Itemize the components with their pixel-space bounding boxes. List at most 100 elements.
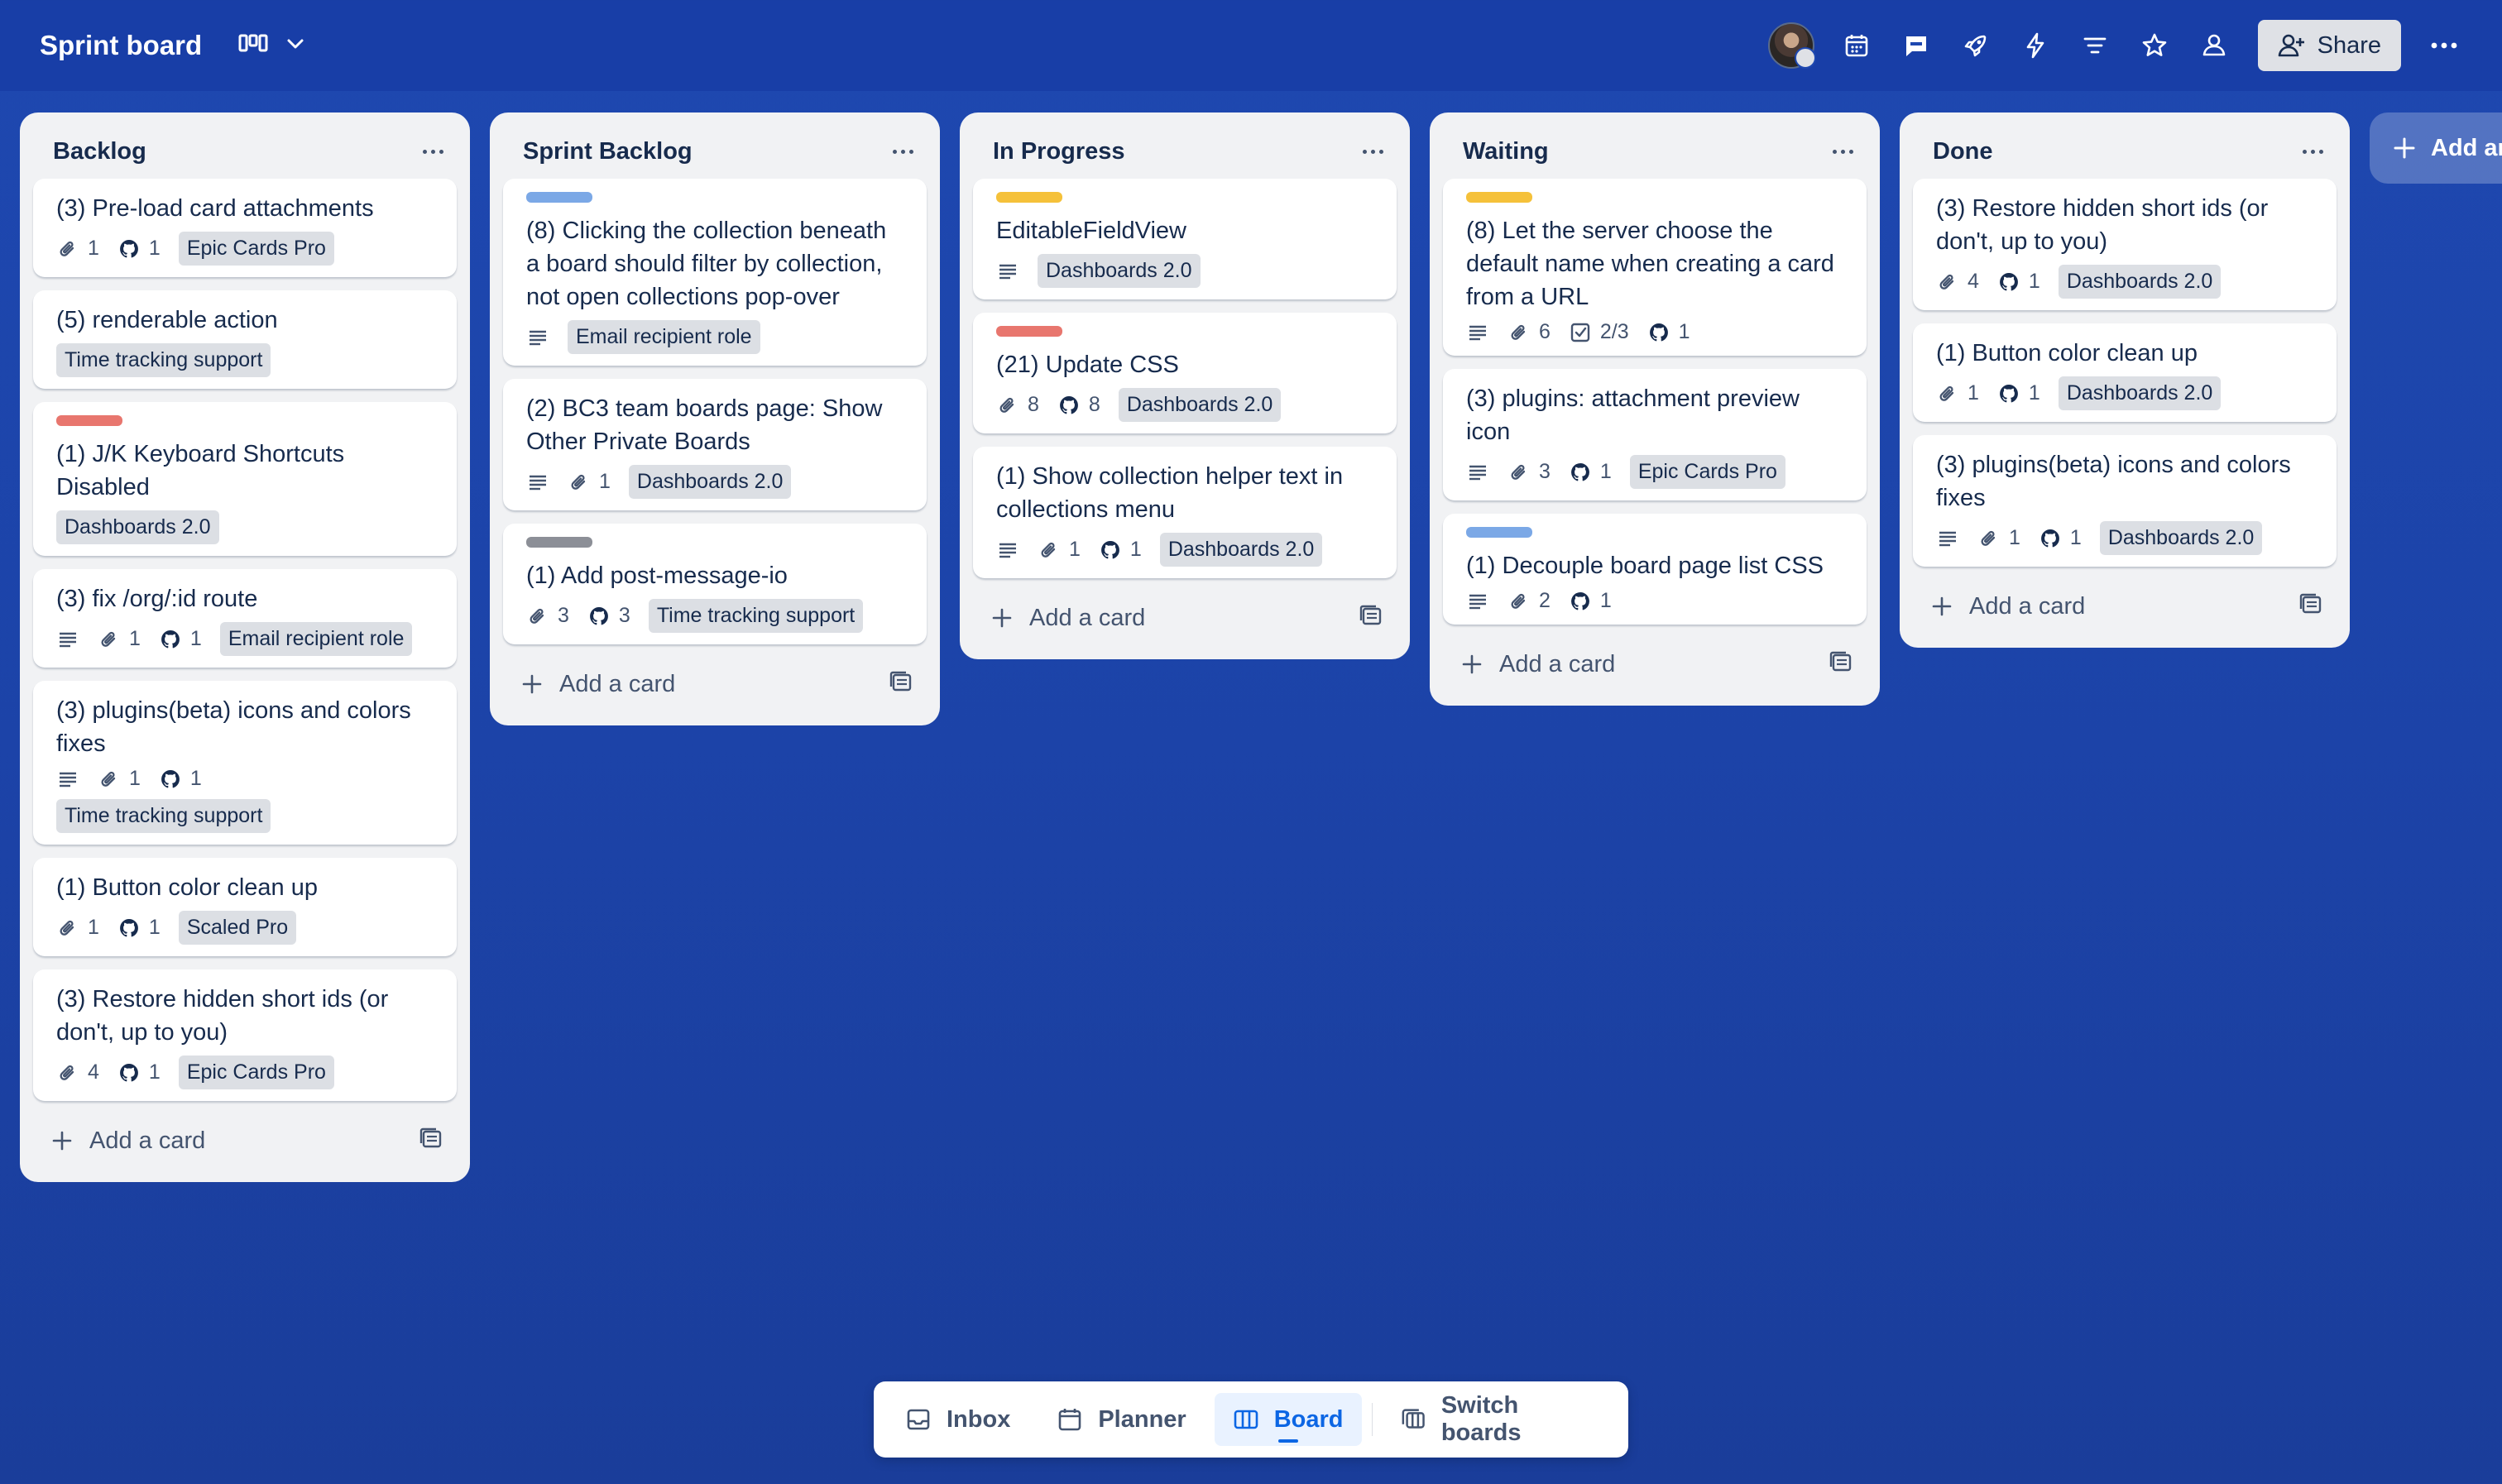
card-badges: 1 1 Dashboards 2.0 — [996, 533, 1373, 567]
add-card-label: Add a card — [1969, 592, 2086, 620]
list-header: Done — [1913, 124, 2337, 179]
list-title[interactable]: Backlog — [53, 138, 146, 165]
custom-field-tag: Email recipient role — [568, 320, 760, 354]
github-badge: 1 — [1997, 381, 2040, 405]
card[interactable]: (8) Clicking the collection beneath a bo… — [503, 179, 927, 366]
description-icon — [60, 772, 76, 787]
team-icon[interactable] — [2193, 25, 2235, 66]
card-label-gray[interactable] — [526, 537, 592, 548]
card[interactable]: (3) plugins(beta) icons and colors fixes… — [1913, 435, 2337, 567]
card-list: (8) Clicking the collection beneath a bo… — [503, 179, 927, 644]
card-label-red[interactable] — [56, 415, 122, 426]
list-title[interactable]: Sprint Backlog — [523, 138, 693, 165]
attachment-icon — [1041, 542, 1056, 558]
card-badges: 8 8 Dashboards 2.0 — [996, 388, 1373, 422]
card[interactable]: EditableFieldView Dashboards 2.0 — [973, 179, 1397, 299]
github-badge: 1 — [2039, 526, 2082, 550]
card-badges: 1 1 Epic Cards Pro — [56, 232, 434, 266]
github-badge-count: 1 — [189, 767, 202, 790]
attachment-badge: 1 — [56, 916, 99, 940]
github-icon — [1570, 591, 1589, 610]
more-icon[interactable] — [423, 149, 443, 154]
github-badge: 3 — [587, 604, 630, 628]
add-card-button[interactable]: Add a card — [50, 1127, 205, 1155]
card-label-yellow[interactable] — [996, 192, 1062, 203]
add-card-button[interactable]: Add a card — [520, 671, 675, 698]
board-title[interactable]: Sprint board — [40, 30, 202, 61]
card[interactable]: (1) Show collection helper text in colle… — [973, 447, 1397, 578]
star-icon[interactable] — [2134, 25, 2175, 66]
add-card-button[interactable]: Add a card — [1929, 593, 2085, 620]
filter-icon[interactable] — [2074, 25, 2116, 66]
board-view-switcher[interactable] — [238, 33, 306, 59]
attachment-icon — [1511, 593, 1526, 609]
nav-planner[interactable]: Planner — [1038, 1393, 1204, 1446]
more-icon[interactable] — [2303, 149, 2323, 154]
card[interactable]: (1) Button color clean up 1 1 Dashboards 2.… — [1913, 323, 2337, 422]
more-icon[interactable] — [893, 149, 913, 154]
more-icon[interactable] — [1363, 149, 1383, 154]
card[interactable]: (3) Restore hidden short ids (or don't, … — [1913, 179, 2337, 310]
github-badge: 1 — [1099, 538, 1142, 562]
custom-field-tag: Dashboards 2.0 — [2058, 376, 2222, 410]
card-title: (1) Button color clean up — [1936, 340, 2198, 366]
card-title: (3) Restore hidden short ids (or don't, … — [56, 986, 389, 1046]
card-label-blue[interactable] — [1466, 527, 1532, 538]
add-card-label: Add a card — [559, 670, 676, 697]
add-card-button[interactable]: Add a card — [1460, 651, 1615, 678]
more-icon[interactable] — [2419, 21, 2469, 70]
card[interactable]: (3) Pre-load card attachments 1 1 Epic Card… — [33, 179, 457, 277]
card-template-icon[interactable] — [419, 1127, 443, 1156]
card[interactable]: (3) fix /org/:id route 1 1 Email recipient … — [33, 569, 457, 668]
card[interactable]: (1) Button color clean up 1 1 Scaled Pro — [33, 858, 457, 956]
card-template-icon[interactable] — [889, 670, 913, 699]
card-label-blue[interactable] — [526, 192, 592, 203]
card[interactable]: (1) J/K Keyboard Shortcuts Disabled Dashb… — [33, 402, 457, 556]
list-title[interactable]: Waiting — [1463, 138, 1549, 165]
card-badges: 3 1 Epic Cards Pro — [1466, 455, 1843, 489]
attachment-badge-count: 1 — [2009, 526, 2020, 549]
add-another-list-button[interactable]: Add another list — [2370, 112, 2502, 184]
card[interactable]: (1) Add post-message-io 3 3 Time tracking s… — [503, 524, 927, 644]
calendar-icon[interactable] — [1836, 25, 1877, 66]
custom-field-tag: Dashboards 2.0 — [628, 465, 792, 499]
card[interactable]: (8) Let the server choose the default na… — [1443, 179, 1867, 356]
nav-switch-boards[interactable]: Switch boards — [1383, 1392, 1615, 1446]
list-title[interactable]: Done — [1933, 138, 1993, 165]
checklist-badge: 2/3 — [1569, 320, 1629, 344]
share-button[interactable]: Share — [2257, 20, 2401, 71]
card[interactable]: (3) plugins(beta) icons and colors fixes… — [33, 681, 457, 845]
card-label-yellow[interactable] — [1466, 192, 1532, 203]
add-card-button[interactable]: Add a card — [990, 605, 1145, 632]
github-badge: 1 — [159, 627, 202, 651]
nav-inbox[interactable]: Inbox — [887, 1393, 1028, 1446]
github-badge-count: 1 — [2069, 526, 2082, 549]
description-icon — [999, 543, 1016, 558]
description-icon — [1469, 325, 1486, 340]
member-avatar[interactable] — [1767, 22, 1816, 69]
card-label-red[interactable] — [996, 326, 1062, 337]
more-icon[interactable] — [1833, 149, 1853, 154]
checklist-badge-count: 2/3 — [1599, 320, 1629, 343]
github-icon — [1100, 540, 1119, 558]
attachment-badge-count: 4 — [88, 1060, 99, 1084]
github-badge-count: 1 — [1599, 589, 1612, 612]
card-template-icon[interactable] — [1359, 604, 1383, 633]
card[interactable]: (1) Decouple board page list CSS 2 1 — [1443, 514, 1867, 625]
card[interactable]: (2) BC3 team boards page: Show Other Pri… — [503, 379, 927, 510]
github-icon — [161, 630, 180, 648]
custom-field-tag: Dashboards 2.0 — [56, 510, 219, 544]
rocket-icon[interactable] — [1955, 25, 1996, 66]
card[interactable]: (21) Update CSS 8 8 Dashboards 2.0 — [973, 313, 1397, 433]
card-template-icon[interactable] — [1829, 650, 1853, 679]
scaled-pro-icon[interactable] — [1896, 25, 1937, 66]
card[interactable]: (3) Restore hidden short ids (or don't, … — [33, 969, 457, 1101]
card-title: (1) Decouple board page list CSS — [1466, 553, 1824, 579]
lightning-icon[interactable] — [2015, 25, 2056, 66]
list-title[interactable]: In Progress — [993, 138, 1125, 165]
card[interactable]: (3) plugins: attachment preview icon 3 1 Ep… — [1443, 369, 1867, 500]
add-card-row: Add a card — [1913, 578, 2337, 634]
nav-board[interactable]: Board — [1214, 1393, 1362, 1446]
card-template-icon[interactable] — [2298, 592, 2323, 621]
card[interactable]: (5) renderable action Time tracking suppo… — [33, 290, 457, 389]
